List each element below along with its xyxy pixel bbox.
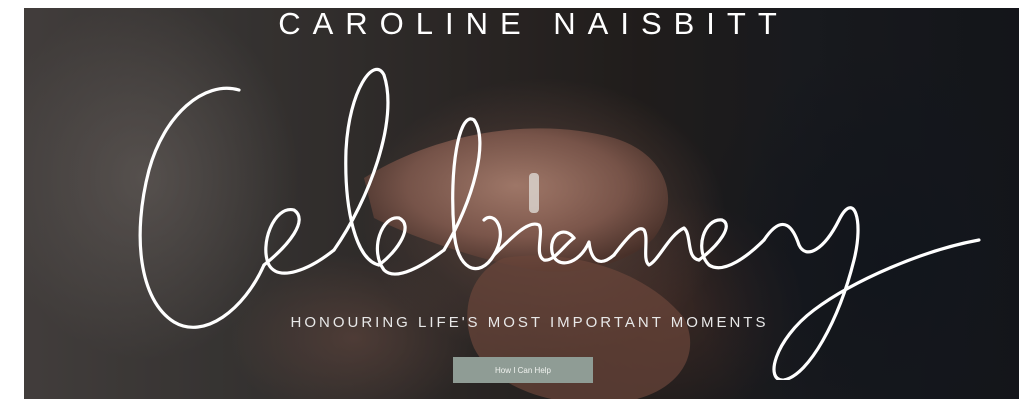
- hero-banner: CAROLINE NAISBITT HONOURING LIFE'S MOST …: [24, 8, 1019, 399]
- celebrancy-script-svg: [138, 67, 981, 382]
- how-i-can-help-button[interactable]: How I Can Help: [453, 357, 593, 383]
- hero-tagline: HONOURING LIFE'S MOST IMPORTANT MOMENTS: [290, 314, 769, 331]
- brand-name: CAROLINE NAISBITT: [278, 8, 789, 41]
- script-title-celebrancy: [94, 60, 994, 382]
